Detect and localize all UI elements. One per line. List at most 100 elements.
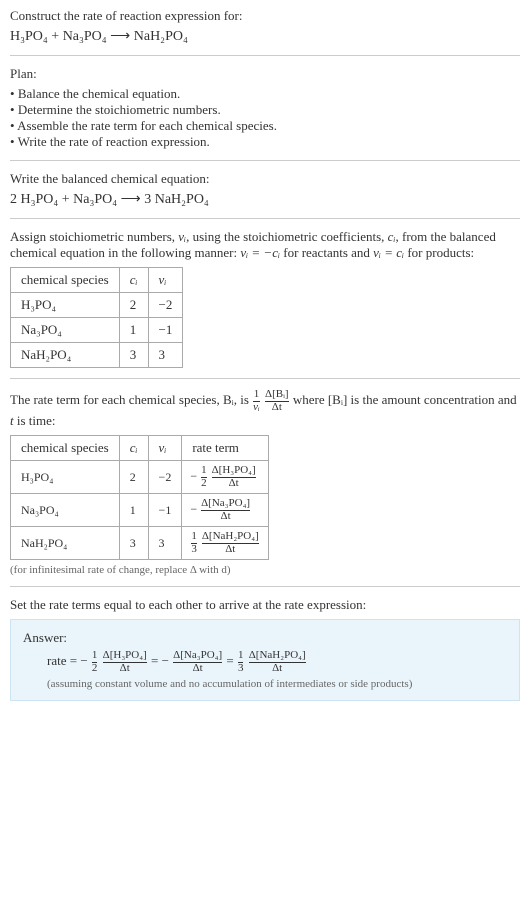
col-nu: νᵢ — [148, 436, 182, 461]
cell-c: 2 — [119, 293, 148, 318]
prompt-title: Construct the rate of reaction expressio… — [10, 8, 520, 24]
cell-c: 1 — [119, 318, 148, 343]
frac-top: 1 — [201, 465, 207, 478]
minus: − — [80, 653, 87, 668]
rate-term-caption: (for infinitesimal rate of change, repla… — [10, 564, 520, 576]
answer-box: Answer: rate = − 1 2 Δ[H₃PO₄] Δt = − Δ[N… — [10, 619, 520, 701]
frac-top: 1 — [253, 389, 260, 402]
plus: + — [48, 29, 63, 44]
plan-section: Plan: Balance the chemical equation. Det… — [10, 66, 520, 161]
frac-bot: Δt — [249, 663, 306, 675]
rate-term-intro: The rate term for each chemical species,… — [10, 389, 520, 429]
table-header-row: chemical species cᵢ νᵢ — [11, 268, 183, 293]
frac-coef: 1 2 — [201, 465, 207, 489]
table-row: Na₃PO₄ 1 −1 — [11, 318, 183, 343]
frac-bot: Δt — [201, 511, 250, 523]
frac-top: Δ[NaH₂PO₄] — [202, 531, 259, 544]
frac-top: Δ[Bᵢ] — [265, 389, 289, 402]
nu-i-symbol: νᵢ — [178, 229, 186, 244]
plan-list: Balance the chemical equation. Determine… — [10, 86, 520, 150]
cell-species: Na₃PO₄ — [11, 494, 120, 527]
cell-c: 3 — [119, 527, 148, 560]
arrow-icon: ⟶ — [107, 29, 134, 44]
reactant-2: Na₃PO₄ — [63, 29, 107, 44]
balanced-heading: Write the balanced chemical equation: — [10, 171, 520, 187]
cell-nu: −2 — [148, 461, 182, 494]
stoich-table: chemical species cᵢ νᵢ H₃PO₄ 2 −2 Na₃PO₄… — [10, 267, 183, 368]
cell-species: NaH₂PO₄ — [11, 343, 120, 368]
rate-expression: rate = − 1 2 Δ[H₃PO₄] Δt = − Δ[Na₃PO₄] Δ… — [47, 650, 507, 674]
frac-top: Δ[Na₃PO₄] — [201, 498, 250, 511]
table-row: H₃PO₄ 2 −2 − 1 2 Δ[H₃PO₄] Δt — [11, 461, 269, 494]
cell-species: Na₃PO₄ — [11, 318, 120, 343]
text: for products: — [404, 245, 474, 260]
prompt-section: Construct the rate of reaction expressio… — [10, 8, 520, 56]
rate-term-table: chemical species cᵢ νᵢ rate term H₃PO₄ 2… — [10, 435, 269, 560]
cell-nu: 3 — [148, 343, 183, 368]
answer-assumption: (assuming constant volume and no accumul… — [47, 678, 507, 690]
col-c: cᵢ — [119, 268, 148, 293]
col-rate-term: rate term — [182, 436, 268, 461]
frac-term-2: Δ[Na₃PO₄] Δt — [173, 650, 222, 674]
frac-bot: 2 — [92, 663, 98, 675]
frac-half: 1 2 — [92, 650, 98, 674]
plan-item: Determine the stoichiometric numbers. — [10, 102, 520, 118]
frac-bot: 2 — [201, 478, 207, 490]
table-row: H₃PO₄ 2 −2 — [11, 293, 183, 318]
frac-bot: Δt — [212, 478, 256, 490]
stoich-intro: Assign stoichiometric numbers, νᵢ, using… — [10, 229, 520, 261]
table-header-row: chemical species cᵢ νᵢ rate term — [11, 436, 269, 461]
frac-delta: Δ[H₃PO₄] Δt — [212, 465, 256, 489]
cell-c: 1 — [119, 494, 148, 527]
table-row: NaH₂PO₄ 3 3 — [11, 343, 183, 368]
frac-delta-b: Δ[Bᵢ] Δt — [265, 389, 289, 413]
cell-c: 2 — [119, 461, 148, 494]
answer-label: Answer: — [23, 630, 507, 646]
text: for reactants and — [280, 245, 373, 260]
cell-rate-term: 1 3 Δ[NaH₂PO₄] Δt — [182, 527, 268, 560]
relation-1: νᵢ = −cᵢ — [240, 245, 280, 260]
final-section: Set the rate terms equal to each other t… — [10, 597, 520, 711]
balanced-section: Write the balanced chemical equation: 2 … — [10, 171, 520, 219]
table-row: Na₃PO₄ 1 −1 − Δ[Na₃PO₄] Δt — [11, 494, 269, 527]
frac-one-over-nu: 1 νᵢ — [253, 389, 260, 413]
col-species: chemical species — [11, 436, 120, 461]
frac-term-3: Δ[NaH₂PO₄] Δt — [249, 650, 306, 674]
frac-bot: 3 — [238, 663, 244, 675]
frac-bot: Δt — [202, 544, 259, 556]
relation-2: νᵢ = cᵢ — [373, 245, 404, 260]
cell-rate-term: − 1 2 Δ[H₃PO₄] Δt — [182, 461, 268, 494]
col-nu: νᵢ — [148, 268, 183, 293]
cell-species: H₃PO₄ — [11, 293, 120, 318]
equals: = — [226, 653, 237, 668]
c-i-symbol: cᵢ — [388, 229, 396, 244]
cell-species: H₃PO₄ — [11, 461, 120, 494]
minus: − — [162, 653, 169, 668]
cell-c: 3 — [119, 343, 148, 368]
cell-nu: −1 — [148, 494, 182, 527]
minus: − — [190, 469, 197, 483]
equals: = — [151, 653, 162, 668]
col-c: cᵢ — [119, 436, 148, 461]
plan-item: Write the rate of reaction expression. — [10, 134, 520, 150]
plan-heading: Plan: — [10, 66, 520, 82]
text: is time: — [14, 413, 56, 428]
cell-rate-term: − Δ[Na₃PO₄] Δt — [182, 494, 268, 527]
text: The rate term for each chemical species,… — [10, 392, 252, 407]
text: where [Bᵢ] is the amount concentration a… — [293, 392, 517, 407]
cell-nu: 3 — [148, 527, 182, 560]
frac-delta: Δ[NaH₂PO₄] Δt — [202, 531, 259, 555]
frac-coef: 1 3 — [191, 531, 197, 555]
frac-bot: Δt — [173, 663, 222, 675]
col-species: chemical species — [11, 268, 120, 293]
reactant-1: H₃PO₄ — [10, 29, 48, 44]
frac-bot: νᵢ — [253, 402, 260, 414]
stoich-section: Assign stoichiometric numbers, νᵢ, using… — [10, 229, 520, 379]
rate-term-section: The rate term for each chemical species,… — [10, 389, 520, 587]
frac-third: 1 3 — [238, 650, 244, 674]
product-1: NaH₂PO₄ — [134, 29, 188, 44]
frac-term-1: Δ[H₃PO₄] Δt — [103, 650, 147, 674]
rate-word: rate = — [47, 653, 80, 668]
minus: − — [190, 502, 197, 516]
table-row: NaH₂PO₄ 3 3 1 3 Δ[NaH₂PO₄] Δt — [11, 527, 269, 560]
